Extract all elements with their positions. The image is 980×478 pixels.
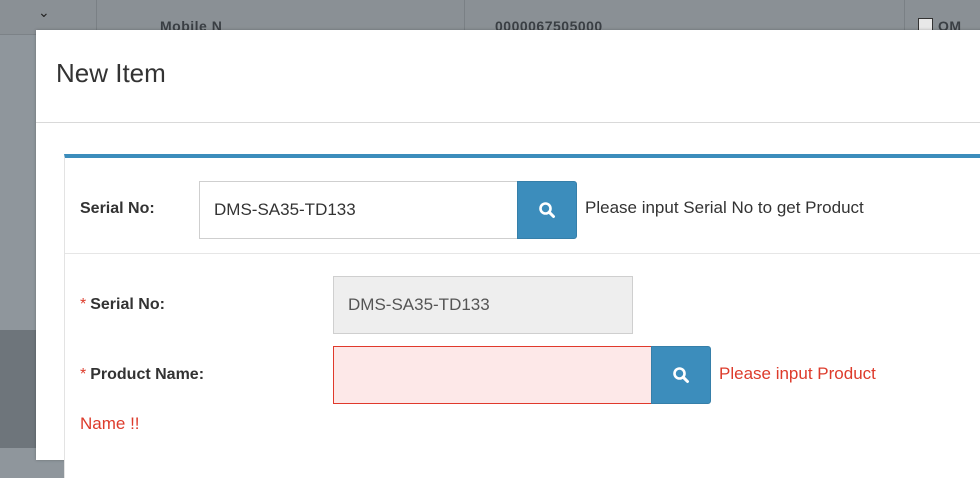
product-search-button[interactable] [651, 346, 711, 404]
lookup-serial-input[interactable]: DMS-SA35-TD133 [199, 181, 519, 239]
lookup-hint: Please input Serial No to get Product [585, 198, 864, 217]
lookup-serial-value: DMS-SA35-TD133 [214, 200, 356, 219]
product-name-error-continued: Name !! [80, 414, 140, 433]
form-panel: Serial No: DMS-SA35-TD133 Please input S… [64, 154, 980, 478]
lookup-search-button[interactable] [517, 181, 577, 239]
new-item-modal: New Item Serial No: DMS-SA35-TD133 Pleas… [36, 30, 980, 478]
modal-title: New Item [56, 58, 166, 88]
bg-divider [464, 0, 465, 34]
product-name-error: Please input Product [719, 364, 876, 383]
serial-field-input[interactable]: DMS-SA35-TD133 [333, 276, 633, 334]
product-name-label: * Product Name: [80, 366, 204, 384]
required-marker: * [80, 366, 87, 383]
product-name-input[interactable] [333, 346, 655, 404]
serial-lookup-row: Serial No: DMS-SA35-TD133 Please input S… [65, 158, 980, 254]
serial-label-text: Serial No: [90, 296, 165, 313]
required-marker: * [80, 296, 87, 313]
search-icon [539, 202, 555, 218]
bg-divider [96, 0, 97, 34]
chevron-down-icon[interactable]: ⌄ [38, 4, 50, 21]
background-sidebar [0, 330, 36, 448]
modal-divider [36, 122, 980, 123]
serial-field-value: DMS-SA35-TD133 [348, 295, 490, 314]
bg-divider [904, 0, 905, 34]
product-label-text: Product Name: [90, 366, 205, 383]
search-icon [673, 367, 689, 383]
serial-field-label: * Serial No: [80, 296, 165, 314]
lookup-serial-label: Serial No: [80, 200, 155, 217]
